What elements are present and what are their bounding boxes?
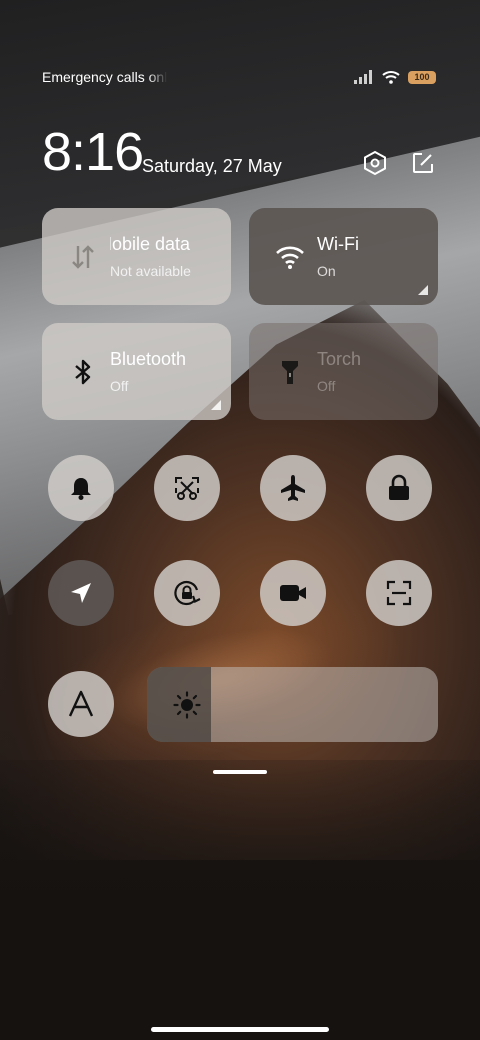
location-toggle[interactable] <box>48 560 114 626</box>
torch-icon <box>282 361 298 384</box>
screenshot-toggle[interactable] <box>154 455 220 521</box>
panel-drag-handle[interactable] <box>213 770 267 774</box>
status-bar: Emergency calls only 100 <box>42 66 436 88</box>
mobile-data-tile[interactable]: Mobile data Not available <box>42 208 231 305</box>
torch-subtitle: Off <box>317 378 336 394</box>
sun-icon <box>173 691 201 719</box>
signal-icon <box>354 70 372 84</box>
header: 8:16 Saturday, 27 May <box>42 122 436 182</box>
sound-toggle[interactable] <box>48 455 114 521</box>
wifi-expand-indicator[interactable] <box>418 285 428 295</box>
battery-indicator: 100 <box>408 70 436 84</box>
screen-record-toggle[interactable] <box>260 560 326 626</box>
scan-icon <box>386 580 412 606</box>
bluetooth-tile[interactable]: Bluetooth Off <box>42 323 231 420</box>
settings-hex-icon[interactable] <box>362 150 388 176</box>
wifi-status-icon <box>382 71 400 84</box>
torch-title: Torch <box>317 349 362 369</box>
brightness-slider[interactable] <box>147 667 438 742</box>
wifi-subtitle: On <box>317 263 336 279</box>
bluetooth-expand-indicator[interactable] <box>211 400 221 410</box>
edit-icon[interactable] <box>410 150 436 176</box>
airplane-toggle[interactable] <box>260 455 326 521</box>
font-toggle[interactable] <box>48 671 114 737</box>
scanner-toggle[interactable] <box>366 560 432 626</box>
airplane-icon <box>281 475 305 501</box>
mobile-data-subtitle: Not available <box>110 263 191 279</box>
location-icon <box>71 583 91 603</box>
rotation-lock-toggle[interactable] <box>154 560 220 626</box>
home-indicator[interactable] <box>151 1027 329 1032</box>
bluetooth-subtitle: Off <box>110 378 129 394</box>
mobile-data-title: Mobile data <box>110 234 191 254</box>
lock-icon <box>389 474 409 500</box>
video-camera-icon <box>280 585 306 601</box>
wifi-title: Wi-Fi <box>317 234 359 254</box>
wifi-icon <box>276 246 304 269</box>
carrier-text: Emergency calls only <box>42 69 167 85</box>
torch-tile[interactable]: Torch Off <box>249 323 438 420</box>
rotation-lock-icon <box>174 580 201 606</box>
lock-toggle[interactable] <box>366 455 432 521</box>
screenshot-icon <box>175 477 199 500</box>
bluetooth-title: Bluetooth <box>110 349 187 369</box>
wifi-tile[interactable]: Wi-Fi On <box>249 208 438 305</box>
bluetooth-icon <box>75 359 91 385</box>
font-a-icon <box>68 690 94 717</box>
mobile-data-icon <box>72 245 94 269</box>
clock: 8:16 <box>42 122 144 182</box>
bell-icon <box>71 478 91 500</box>
date: Saturday, 27 May <box>142 156 282 176</box>
